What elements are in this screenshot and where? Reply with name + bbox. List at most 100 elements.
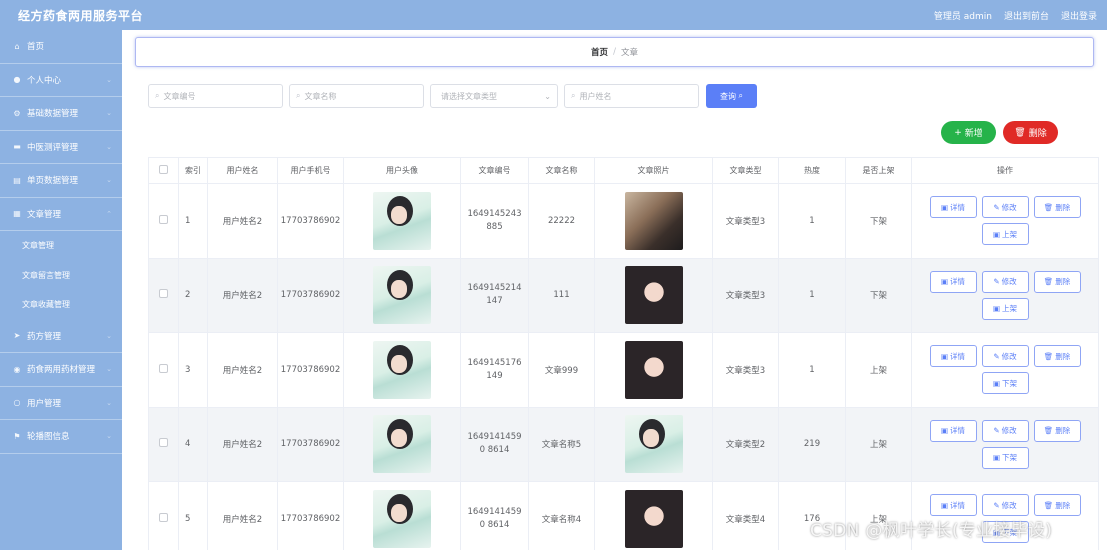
row-status: 上架: [845, 332, 912, 408]
gear-icon: ⚙: [13, 108, 21, 118]
sidebar-item-carousel[interactable]: ⚑ 轮播图信息 ⌄: [0, 420, 122, 454]
delete-label: 删除: [1055, 277, 1071, 287]
detail-button[interactable]: ▣ 详情: [929, 270, 977, 293]
sidebar-item-label: 用户管理: [27, 398, 62, 409]
article-photo-image: [624, 340, 683, 399]
sidebar-item-label: 基础数据管理: [27, 109, 79, 120]
row-user-name: 用户姓名2: [207, 183, 278, 259]
row-checkbox[interactable]: [159, 363, 168, 373]
detail-button[interactable]: ▣ 详情: [929, 345, 977, 368]
row-checkbox[interactable]: [159, 438, 168, 448]
row-phone: 17703786902: [277, 183, 344, 259]
article-photo-image: [624, 266, 683, 325]
sidebar-item-herbs[interactable]: ◉ 药食两用药材管理 ⌄: [0, 353, 122, 387]
detail-button[interactable]: ▣ 详情: [929, 419, 977, 442]
edit-button[interactable]: ✎ 修改: [981, 196, 1029, 219]
row-article-name: 111: [528, 257, 595, 333]
article-type-select[interactable]: 请选择文章类型 ⌄: [430, 84, 558, 108]
detail-icon: ▣: [940, 500, 949, 510]
edit-label: 修改: [1001, 277, 1017, 287]
row-photo-cell: [594, 257, 713, 333]
breadcrumb-home[interactable]: 首页: [591, 46, 608, 58]
row-heat: 1: [778, 332, 846, 408]
user-name-placeholder: 用户姓名: [579, 91, 612, 101]
csdn-watermark: CSDN @枫叶学长(专业接毕设): [810, 521, 1053, 541]
select-all-cell: [148, 157, 179, 184]
back-to-frontend-link[interactable]: 退出到前台: [1004, 9, 1049, 22]
user-name-input[interactable]: ⌕ 用户姓名: [564, 84, 699, 108]
row-heat: 219: [778, 406, 846, 482]
row-index: 4: [178, 406, 208, 482]
row-status: 下架: [845, 257, 912, 333]
row-checkbox[interactable]: [159, 289, 168, 299]
chevron-down-icon: ⌄: [106, 432, 112, 441]
breadcrumb: 首页 / 文章: [135, 37, 1094, 67]
sidebar-subitem-article-favorites[interactable]: 文章收藏管理: [0, 290, 122, 320]
detail-label: 详情: [950, 277, 966, 287]
article-photo-image: [624, 191, 683, 250]
delete-button[interactable]: 🗑 删除: [1033, 270, 1081, 293]
edit-button[interactable]: ✎ 修改: [981, 270, 1029, 293]
edit-icon: ✎: [993, 202, 1000, 212]
delete-button[interactable]: 🗑 删除: [1033, 196, 1081, 219]
sidebar-item-prescriptions[interactable]: ➤ 药方管理 ⌄: [0, 320, 122, 353]
sidebar-item-single-page[interactable]: ▤ 单页数据管理 ⌄: [0, 164, 122, 198]
search-icon: ⌕: [296, 91, 301, 100]
sidebar-item-home[interactable]: ⌂ 首页: [0, 30, 122, 64]
article-table: 索引 用户姓名 用户手机号 用户头像 文章编号 文章名称 文章照片 文章类型 热…: [148, 157, 1099, 550]
sidebar-item-label: 首页: [27, 42, 45, 53]
add-button[interactable]: + 新增: [941, 121, 996, 144]
row-article-type: 文章类型3: [712, 332, 779, 408]
toggle-shelf-button[interactable]: ▣ 上架: [981, 297, 1029, 320]
home-icon: ⌂: [14, 41, 20, 51]
logout-link[interactable]: 退出登录: [1061, 9, 1097, 22]
detail-button[interactable]: ▣ 详情: [929, 494, 977, 517]
toggle-shelf-button[interactable]: ▣ 下架: [981, 446, 1029, 469]
plus-icon: +: [954, 127, 962, 138]
sidebar-item-basic-data[interactable]: ⚙ 基础数据管理 ⌄: [0, 97, 122, 131]
sidebar: ⌂ 首页 ● 个人中心 ⌄ ⚙ 基础数据管理 ⌄ ▬ 中医测评管理 ⌄ ▤ 单页数据管理 ⌄ ▦ 文…: [0, 30, 122, 550]
table-row: 4 用户姓名2 17703786902 16491414590 8614 文章名…: [148, 406, 1099, 482]
edit-button[interactable]: ✎ 修改: [981, 494, 1029, 517]
toggle-shelf-label: 上架: [1002, 304, 1018, 314]
sidebar-item-profile[interactable]: ● 个人中心 ⌄: [0, 64, 122, 97]
search-icon: ⌕: [738, 91, 744, 100]
row-article-no-cell: 1649145214147: [460, 257, 529, 333]
row-checkbox[interactable]: [159, 512, 168, 522]
sidebar-item-users[interactable]: ○ 用户管理 ⌄: [0, 387, 122, 420]
select-all-checkbox[interactable]: [159, 165, 168, 174]
edit-button[interactable]: ✎ 修改: [981, 345, 1029, 368]
search-icon: ⌕: [155, 91, 160, 100]
delete-button[interactable]: 🗑 删除: [1033, 345, 1081, 368]
article-name-input[interactable]: ⌕ 文章名称: [289, 84, 424, 108]
row-article-type: 文章类型3: [712, 183, 779, 259]
sidebar-item-articles[interactable]: ▦ 文章管理 ⌃: [0, 198, 122, 231]
edit-button[interactable]: ✎ 修改: [981, 419, 1029, 442]
row-checkbox[interactable]: [159, 214, 168, 224]
trash-icon: 🗑: [1014, 127, 1026, 138]
column-header: 用户手机号: [277, 157, 344, 184]
app-title: 经方药食两用服务平台: [18, 8, 144, 23]
sidebar-subitem-article-manage[interactable]: 文章管理: [0, 231, 122, 261]
row-article-type: 文章类型4: [712, 481, 779, 550]
toggle-shelf-button[interactable]: ▣ 下架: [981, 372, 1029, 395]
delete-button[interactable]: 🗑 删除: [1033, 419, 1081, 442]
column-header: 文章名称: [528, 157, 595, 184]
sidebar-subitem-article-comments[interactable]: 文章留言管理: [0, 261, 122, 291]
toggle-shelf-label: 下架: [1002, 453, 1018, 463]
delete-button[interactable]: 🗑 删除: [1033, 494, 1081, 517]
sidebar-item-tcm-eval[interactable]: ▬ 中医测评管理 ⌄: [0, 131, 122, 164]
table-row: 2 用户姓名2 17703786902 1649145214147 111 文章…: [148, 257, 1099, 333]
article-no-placeholder: 文章编号: [163, 91, 196, 101]
trash-icon: 🗑: [1043, 351, 1054, 361]
article-no-input[interactable]: ⌕ 文章编号: [148, 84, 283, 108]
detail-label: 详情: [950, 426, 966, 436]
batch-delete-button[interactable]: 🗑 删除: [1003, 121, 1058, 144]
detail-button[interactable]: ▣ 详情: [929, 196, 977, 219]
query-button[interactable]: 查询 ⌕: [706, 84, 757, 108]
row-article-no: 1649145176149: [467, 357, 522, 381]
toggle-shelf-button[interactable]: ▣ 上架: [981, 223, 1029, 246]
row-heat: 1: [778, 257, 846, 333]
row-avatar-cell: [343, 183, 461, 259]
user-avatar-image: [373, 415, 431, 474]
